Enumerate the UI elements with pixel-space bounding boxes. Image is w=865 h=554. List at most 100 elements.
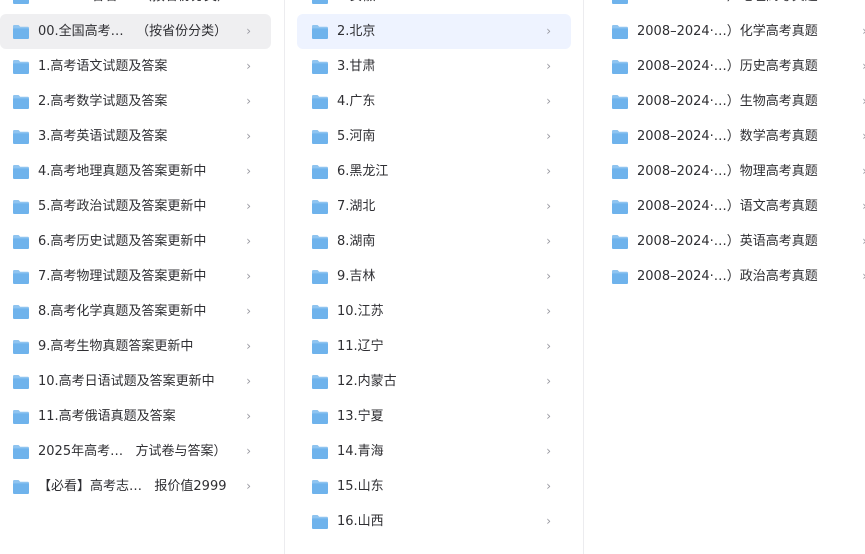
folder-row[interactable]: 【必看】高考志… 报价值2999 › bbox=[0, 469, 271, 504]
folder-label: 13.宁夏 bbox=[337, 409, 384, 424]
chevron-right-icon: › bbox=[246, 94, 251, 108]
chevron-right-icon: › bbox=[246, 24, 251, 38]
folder-icon bbox=[311, 444, 329, 460]
folder-icon bbox=[12, 59, 30, 75]
folder-icon bbox=[12, 444, 30, 460]
folder-icon bbox=[611, 199, 629, 215]
folder-label: 2.高考数学试题及答案 bbox=[38, 94, 168, 109]
folder-icon bbox=[611, 269, 629, 285]
folder-row[interactable]: 6.黑龙江 › bbox=[297, 154, 571, 189]
folder-label: 8.高考化学真题及答案更新中 bbox=[38, 304, 207, 319]
folder-icon bbox=[611, 234, 629, 250]
folder-row[interactable]: 2008–2024·…）语文高考真题› bbox=[585, 189, 865, 224]
folder-row[interactable]: 2008–2024·…）物理高考真题› bbox=[585, 154, 865, 189]
folder-row[interactable]: 2008–2024·…）历史高考真题› bbox=[585, 49, 865, 84]
folder-icon bbox=[611, 129, 629, 145]
folder-list: 2008–2024·…）地理高考真题›2008–2024·…）化学高考真题›20… bbox=[585, 0, 865, 294]
folder-label: 9.高考生物真题答案更新中 bbox=[38, 339, 194, 354]
folder-label: 6.高考历史试题及答案更新中 bbox=[38, 234, 207, 249]
folder-icon bbox=[311, 234, 329, 250]
folder-row[interactable]: 10.江苏 › bbox=[297, 294, 571, 329]
folder-label: 2008–2024·…）语文高考真题 bbox=[637, 199, 818, 214]
folder-icon bbox=[311, 304, 329, 320]
chevron-right-icon: › bbox=[546, 409, 551, 423]
folder-row[interactable]: 00.2025各省… （按省份分类） › bbox=[0, 0, 271, 14]
folder-label: 10.高考日语试题及答案更新中 bbox=[38, 374, 215, 389]
folder-icon bbox=[311, 0, 329, 5]
folder-row[interactable]: 4.高考地理真题及答案更新中 › bbox=[0, 154, 271, 189]
chevron-right-icon: › bbox=[246, 0, 251, 13]
folder-label: 6.黑龙江 bbox=[337, 164, 389, 179]
folder-row[interactable]: 7.高考物理试题及答案更新中 › bbox=[0, 259, 271, 294]
folder-row[interactable]: 1.高考语文试题及答案 › bbox=[0, 49, 271, 84]
folder-row[interactable]: 10.高考日语试题及答案更新中 › bbox=[0, 364, 271, 399]
folder-row[interactable]: 2008–2024·…）化学高考真题› bbox=[585, 14, 865, 49]
folder-row[interactable]: 4.广东 › bbox=[297, 84, 571, 119]
folder-icon bbox=[611, 24, 629, 40]
folder-label: 2008–2024·…）英语高考真题 bbox=[637, 234, 818, 249]
folder-list: 1.安徽›2.北京›3.甘肃›4.广东›5.河南›6.黑龙江›7.湖北›8.湖南… bbox=[285, 0, 583, 539]
folder-row[interactable]: 00.全国高考… （按省份分类） › bbox=[0, 14, 271, 49]
chevron-right-icon: › bbox=[246, 304, 251, 318]
folder-row[interactable]: 11.高考俄语真题及答案 › bbox=[0, 399, 271, 434]
folder-row[interactable]: 2.北京 › bbox=[297, 14, 571, 49]
folder-icon bbox=[12, 234, 30, 250]
folder-row[interactable]: 2008–2024·…）英语高考真题› bbox=[585, 224, 865, 259]
chevron-right-icon: › bbox=[246, 374, 251, 388]
chevron-right-icon: › bbox=[546, 234, 551, 248]
folder-icon bbox=[311, 339, 329, 355]
chevron-right-icon: › bbox=[546, 94, 551, 108]
folder-row[interactable]: 3.甘肃 › bbox=[297, 49, 571, 84]
chevron-right-icon: › bbox=[546, 374, 551, 388]
folder-label: 4.广东 bbox=[337, 94, 376, 109]
folder-icon bbox=[311, 479, 329, 495]
folder-icon bbox=[311, 94, 329, 110]
column-provinces[interactable]: 1.安徽›2.北京›3.甘肃›4.广东›5.河南›6.黑龙江›7.湖北›8.湖南… bbox=[285, 0, 584, 554]
folder-row[interactable]: 2008–2024·…）政治高考真题› bbox=[585, 259, 865, 294]
folder-row[interactable]: 2025年高考… 方试卷与答案） › bbox=[0, 434, 271, 469]
folder-row[interactable]: 6.高考历史试题及答案更新中 › bbox=[0, 224, 271, 259]
folder-row[interactable]: 5.河南 › bbox=[297, 119, 571, 154]
folder-row[interactable]: 12.内蒙古 › bbox=[297, 364, 571, 399]
chevron-right-icon: › bbox=[546, 0, 551, 13]
folder-label: 2008–2024·…）地理高考真题 bbox=[637, 0, 818, 14]
chevron-right-icon: › bbox=[246, 269, 251, 283]
chevron-right-icon: › bbox=[246, 339, 251, 353]
folder-icon bbox=[311, 59, 329, 75]
folder-row[interactable]: 1.安徽 › bbox=[297, 0, 571, 14]
folder-row[interactable]: 9.吉林 › bbox=[297, 259, 571, 294]
folder-row[interactable]: 16.山西 › bbox=[297, 504, 571, 539]
folder-icon bbox=[12, 339, 30, 355]
folder-icon bbox=[12, 24, 30, 40]
chevron-right-icon: › bbox=[246, 444, 251, 458]
folder-icon bbox=[311, 409, 329, 425]
folder-row[interactable]: 3.高考英语试题及答案 › bbox=[0, 119, 271, 154]
chevron-right-icon: › bbox=[546, 339, 551, 353]
chevron-right-icon: › bbox=[246, 479, 251, 493]
column-subjects[interactable]: 2008–2024·…）地理高考真题›2008–2024·…）化学高考真题›20… bbox=[585, 0, 865, 554]
folder-row[interactable]: 11.辽宁 › bbox=[297, 329, 571, 364]
folder-row[interactable]: 2.高考数学试题及答案 › bbox=[0, 84, 271, 119]
folder-label: 00.2025各省… （按省份分类） bbox=[38, 0, 230, 14]
folder-label: 10.江苏 bbox=[337, 304, 384, 319]
column-file-browser: 00.2025各省… （按省份分类） › 00.全国高考… （按省份分类） › 1.高考… bbox=[0, 0, 865, 554]
folder-row[interactable]: 8.高考化学真题及答案更新中 › bbox=[0, 294, 271, 329]
folder-row[interactable]: 2008–2024·…）生物高考真题› bbox=[585, 84, 865, 119]
folder-label: 2008–2024·…）物理高考真题 bbox=[637, 164, 818, 179]
folder-label: 2008–2024·…）生物高考真题 bbox=[637, 94, 818, 109]
chevron-right-icon: › bbox=[246, 59, 251, 73]
folder-row[interactable]: 8.湖南 › bbox=[297, 224, 571, 259]
column-categories[interactable]: 00.2025各省… （按省份分类）›00.全国高考… （按省份分类）›1.高考… bbox=[0, 0, 285, 554]
folder-label: 7.高考物理试题及答案更新中 bbox=[38, 269, 207, 284]
folder-row[interactable]: 14.青海 › bbox=[297, 434, 571, 469]
folder-row[interactable]: 2008–2024·…）数学高考真题› bbox=[585, 119, 865, 154]
folder-label: 2.北京 bbox=[337, 24, 376, 39]
folder-row[interactable]: 5.高考政治试题及答案更新中 › bbox=[0, 189, 271, 224]
folder-icon bbox=[12, 164, 30, 180]
folder-row[interactable]: 2008–2024·…）地理高考真题› bbox=[585, 0, 865, 14]
folder-row[interactable]: 9.高考生物真题答案更新中 › bbox=[0, 329, 271, 364]
folder-row[interactable]: 7.湖北 › bbox=[297, 189, 571, 224]
folder-row[interactable]: 15.山东 › bbox=[297, 469, 571, 504]
chevron-right-icon: › bbox=[246, 234, 251, 248]
folder-row[interactable]: 13.宁夏 › bbox=[297, 399, 571, 434]
